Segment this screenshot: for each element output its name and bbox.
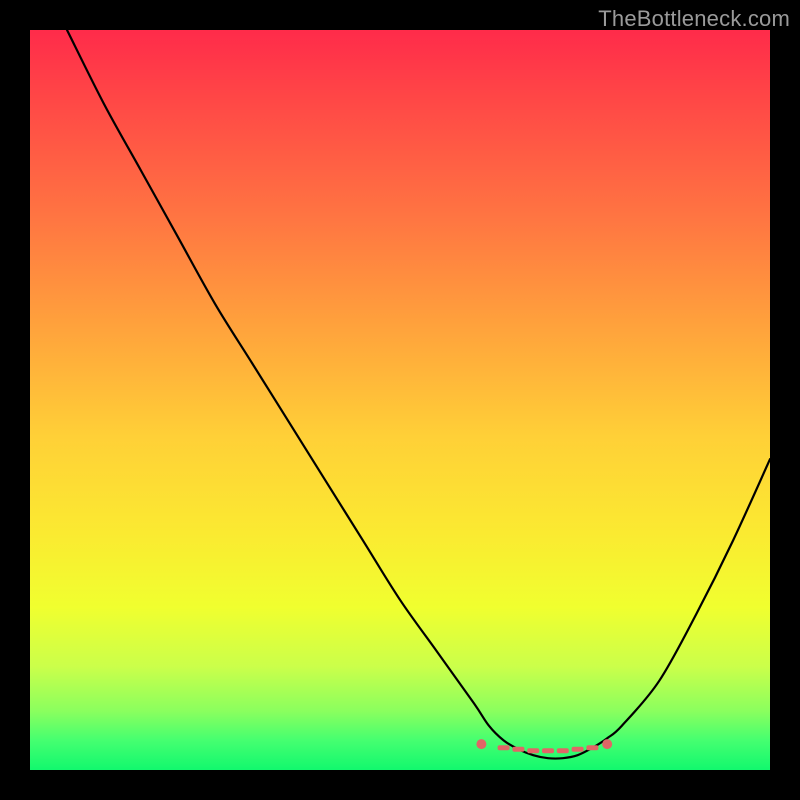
marker-dash [586,745,598,750]
optimal-band-markers [476,739,612,753]
bottleneck-curve-path [67,30,770,759]
marker-dash [572,747,584,752]
watermark-text: TheBottleneck.com [598,6,790,32]
chart-frame: TheBottleneck.com [0,0,800,800]
plot-area [30,30,770,770]
marker-dot [602,739,612,749]
marker-dash [527,748,539,753]
marker-dot [476,739,486,749]
marker-dash [542,748,554,753]
curve-layer [30,30,770,770]
marker-dash [498,745,510,750]
marker-dash [512,747,524,752]
marker-dash [557,748,569,753]
